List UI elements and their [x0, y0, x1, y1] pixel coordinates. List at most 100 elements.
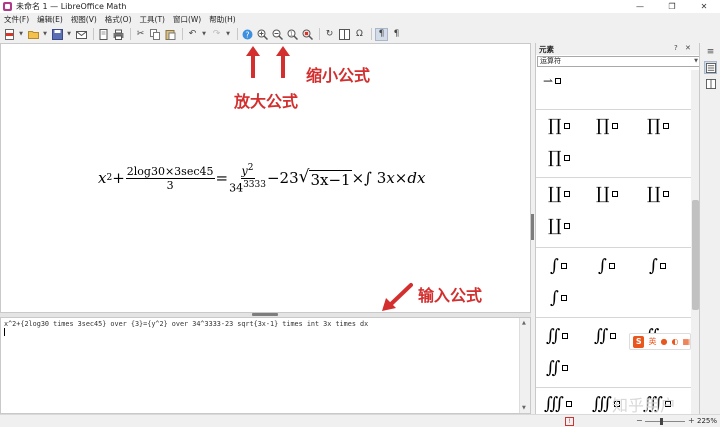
element-lim-arrow-icon[interactable]: ⇀ [543, 74, 562, 88]
sidebar-menu-button[interactable]: ≡ [704, 45, 717, 58]
page-preview-icon[interactable] [97, 28, 110, 41]
paste-icon[interactable] [164, 28, 177, 41]
menu-format[interactable]: 格式(O) [101, 14, 136, 25]
minimize-button[interactable]: — [624, 0, 656, 13]
svg-text:?: ? [245, 30, 249, 39]
menu-view[interactable]: 视图(V) [67, 14, 101, 25]
refresh-icon[interactable]: ↻ [323, 28, 336, 41]
fraction-2-base: 34 [229, 181, 244, 195]
toolbar-separator [371, 28, 372, 40]
sidebar-scroll-thumb[interactable] [692, 200, 699, 310]
element-int-to-icon[interactable]: ∫ [649, 256, 666, 276]
symbols-omega-icon[interactable]: Ω [353, 28, 366, 41]
element-prod-from-icon[interactable]: ∏ [596, 116, 618, 136]
element-int-icon[interactable]: ∫ [550, 256, 567, 276]
scroll-down-icon[interactable]: ▼ [522, 405, 526, 411]
scroll-up-icon[interactable]: ▲ [522, 320, 526, 326]
update-help-icon[interactable]: ? [241, 28, 254, 41]
auto-update-icon[interactable]: ¶ [375, 27, 388, 41]
zoom-level[interactable]: 225% [697, 417, 717, 425]
export-dropdown-icon[interactable]: ▼ [18, 28, 24, 41]
category-selected-value: 运算符 [540, 57, 561, 65]
sidebar-help-button[interactable]: ? [674, 44, 678, 52]
rendered-formula: x 2 + 2log30×3sec45 3 = y2 343333 −23 √ 3… [98, 162, 425, 194]
export-pdf-icon[interactable] [3, 28, 16, 41]
properties-icon[interactable] [704, 61, 717, 74]
ime-voice-icon[interactable]: ● [660, 337, 667, 346]
formula-cursor-icon[interactable] [338, 28, 351, 41]
ime-skin-icon[interactable]: ◐ [671, 337, 678, 346]
zoom-slider-thumb[interactable] [660, 418, 663, 425]
sidebar-close-button[interactable]: ✕ [685, 44, 691, 52]
ime-toolbar[interactable]: S 英 ● ◐ ▦ [629, 333, 691, 350]
zoom-in-icon[interactable] [256, 28, 269, 41]
placeholder-box [560, 263, 567, 269]
open-folder-icon[interactable] [27, 28, 40, 41]
element-prod-to-icon[interactable]: ∏ [647, 116, 669, 136]
formula-equals: = [215, 169, 229, 188]
toolbar-separator [182, 28, 183, 40]
undo-icon[interactable]: ↶ [186, 28, 199, 41]
copy-icon[interactable] [149, 28, 162, 41]
sidebar-deck-tabs: ≡ [699, 43, 720, 414]
placeholder-box [562, 365, 569, 371]
menu-window[interactable]: 窗口(W) [169, 14, 205, 25]
show-all-icon[interactable] [301, 28, 314, 41]
open-dropdown-icon[interactable]: ▼ [42, 28, 48, 41]
element-int-from-to-icon[interactable]: ∫ [550, 288, 567, 308]
placeholder-box [566, 401, 573, 407]
menu-help[interactable]: 帮助(H) [205, 14, 240, 25]
element-prod-from-to-icon[interactable]: ∏ [548, 148, 570, 168]
cut-icon[interactable]: ✂ [134, 28, 147, 41]
toolbar-separator [237, 28, 238, 40]
redo-dropdown-icon[interactable]: ▼ [225, 28, 231, 41]
restore-button[interactable]: ❐ [656, 0, 688, 13]
menu-file[interactable]: 文件(F) [0, 14, 33, 25]
formula-var-x: x [98, 169, 107, 188]
command-text[interactable]: x^2+{2log30 times 3sec45} over {3}={y^2}… [4, 320, 368, 328]
elements-icon[interactable] [704, 77, 717, 90]
element-iiint-icon[interactable]: ∭ [544, 394, 573, 414]
sogou-logo-icon: S [633, 335, 645, 348]
zoom-slider[interactable] [645, 421, 685, 422]
libreoffice-math-window: 未命名 1 — LibreOffice Math — ❐ ✕ 文件(F) 编辑(… [0, 0, 720, 427]
elements-list: ⇀ ∏ ∏ ∏ ∏ ∐ ∐ ∐ ∐ ∫ ∫ ∫ ∫ ∬ ∬ ∬ ∭ ∭ ∭ [536, 70, 691, 414]
email-icon[interactable] [75, 28, 88, 41]
save-icon[interactable] [51, 28, 64, 41]
sidebar-splitter-handle[interactable] [531, 214, 534, 240]
element-iint-icon[interactable]: ∬ [546, 326, 569, 346]
element-iint-from-to-icon[interactable]: ∬ [546, 358, 569, 378]
element-coprod-icon[interactable]: ∐ [548, 184, 570, 204]
zoom-100-icon[interactable]: 1 [286, 28, 299, 41]
save-dropdown-icon[interactable]: ▼ [66, 28, 72, 41]
zoom-out-icon[interactable] [271, 28, 284, 41]
element-prod-icon[interactable]: ∏ [548, 116, 570, 136]
close-button[interactable]: ✕ [688, 0, 720, 13]
zoom-in-button[interactable]: + [688, 416, 695, 425]
print-icon[interactable] [112, 28, 125, 41]
formula-document-area[interactable]: x 2 + 2log30×3sec45 3 = y2 343333 −23 √ 3… [0, 43, 531, 313]
menu-tools[interactable]: 工具(T) [136, 14, 169, 25]
formula-dx: dx [407, 169, 426, 188]
element-coprod-from-icon[interactable]: ∐ [596, 184, 618, 204]
undo-dropdown-icon[interactable]: ▼ [201, 28, 207, 41]
ime-language-toggle[interactable]: 英 [648, 336, 656, 347]
zoom-out-button[interactable]: − [636, 416, 643, 425]
libreoffice-math-icon [3, 2, 12, 11]
command-scrollbar[interactable]: ▲ ▼ [519, 318, 530, 413]
element-coprod-to-icon[interactable]: ∐ [647, 184, 669, 204]
formula-fraction-2: y2 343333 [229, 162, 266, 194]
digital-signature-icon[interactable]: ! [565, 417, 574, 426]
element-int-from-icon[interactable]: ∫ [598, 256, 615, 276]
element-coprod-from-to-icon[interactable]: ∐ [548, 216, 570, 236]
elements-category-select[interactable]: 运算符 ▼ [537, 56, 700, 67]
redo-icon[interactable]: ↷ [210, 28, 223, 41]
element-iint-from-icon[interactable]: ∬ [594, 326, 617, 346]
formula-display-icon[interactable]: ¶ [390, 28, 403, 41]
ime-menu-icon[interactable]: ▦ [682, 337, 690, 346]
zoom-in-arrow-icon [246, 46, 260, 78]
formula-command-editor[interactable]: x^2+{2log30 times 3sec45} over {3}={y^2}… [0, 317, 531, 414]
splitter-handle[interactable] [252, 313, 278, 316]
menu-edit[interactable]: 编辑(E) [33, 14, 67, 25]
standard-toolbar: ▼ ▼ ▼ ✂ ↶ ▼ ↷ ▼ ? 1 ↻ Ω ¶ ¶ [0, 25, 720, 43]
